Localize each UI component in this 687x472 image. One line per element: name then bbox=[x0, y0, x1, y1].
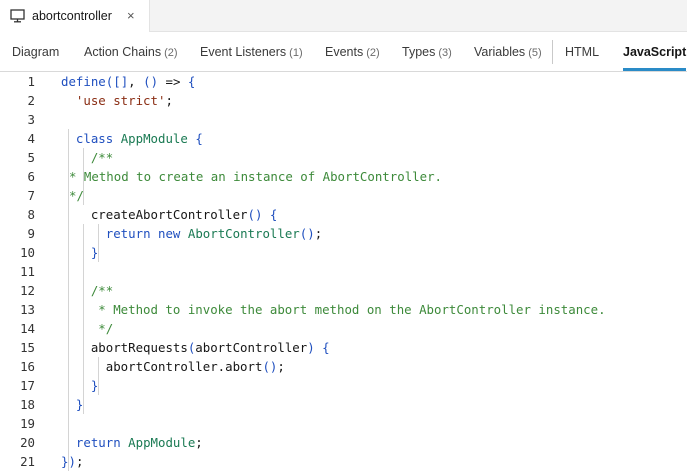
code-line: 7 */ bbox=[0, 186, 687, 205]
code-line: 21}); bbox=[0, 452, 687, 471]
code-text: * Method to invoke the abort method on t… bbox=[61, 302, 606, 317]
code-line: 10 } bbox=[0, 243, 687, 262]
code-line: 13 * Method to invoke the abort method o… bbox=[0, 300, 687, 319]
code-text: */ bbox=[69, 188, 84, 203]
code-line: 3 bbox=[0, 110, 687, 129]
code-line: 19 bbox=[0, 414, 687, 433]
tab-action-chains[interactable]: Action Chains (2) bbox=[84, 32, 178, 72]
monitor-icon bbox=[10, 9, 25, 23]
line-number: 15 bbox=[20, 340, 35, 355]
line-number: 13 bbox=[20, 302, 35, 317]
code-line: 14 */ bbox=[0, 319, 687, 338]
tab-count: (2) bbox=[366, 47, 380, 59]
code-text: abortRequests(abortController) { bbox=[90, 340, 330, 355]
line-number: 8 bbox=[27, 207, 35, 222]
code-text: return AppModule; bbox=[75, 435, 203, 450]
code-line: 20 return AppModule; bbox=[0, 433, 687, 452]
code-text: } bbox=[90, 378, 99, 393]
code-text: define([], () => { bbox=[61, 74, 196, 89]
line-number: 7 bbox=[27, 188, 35, 203]
tab-label: Variables bbox=[474, 45, 526, 59]
tab-count: (3) bbox=[438, 47, 452, 59]
code-line: 18 } bbox=[0, 395, 687, 414]
line-number: 14 bbox=[20, 321, 35, 336]
tab-html[interactable]: HTML bbox=[565, 32, 599, 72]
code-line: 1 define([], () => { bbox=[0, 72, 687, 91]
code-text: } bbox=[75, 397, 84, 412]
line-number: 12 bbox=[20, 283, 35, 298]
tab-types[interactable]: Types (3) bbox=[402, 32, 452, 72]
tab-label: JavaScript bbox=[623, 45, 687, 59]
line-number: 17 bbox=[20, 378, 35, 393]
code-text: createAbortController() { bbox=[90, 207, 278, 222]
code-line: 6 * Method to create an instance of Abort… bbox=[0, 167, 687, 186]
line-number: 16 bbox=[20, 359, 35, 374]
line-number: 4 bbox=[27, 131, 35, 146]
code-line: 5 /** bbox=[0, 148, 687, 167]
code-text: return new AbortController(); bbox=[105, 226, 323, 241]
designer-tabs: Diagram Action Chains (2) Event Listeners… bbox=[0, 32, 687, 72]
tab-divider bbox=[552, 40, 553, 64]
code-text: /** bbox=[61, 150, 114, 165]
code-text: * Method to create an instance of AbortC… bbox=[69, 169, 442, 184]
code-line: 2 'use strict'; bbox=[0, 91, 687, 110]
line-number: 3 bbox=[27, 112, 35, 127]
line-number: 5 bbox=[27, 150, 35, 165]
code-line: 17 } bbox=[0, 376, 687, 395]
line-number: 10 bbox=[20, 245, 35, 260]
tab-count: (2) bbox=[164, 47, 178, 59]
tab-variables[interactable]: Variables (5) bbox=[474, 32, 542, 72]
tab-label: Diagram bbox=[12, 45, 60, 59]
line-number: 2 bbox=[27, 93, 35, 108]
code-editor[interactable]: 1 define([], () => { 2 'use strict'; 3 4 cla… bbox=[0, 72, 687, 472]
tab-javascript[interactable]: JavaScript bbox=[623, 32, 687, 72]
code-text: 'use strict'; bbox=[75, 93, 173, 108]
line-number: 20 bbox=[20, 435, 35, 450]
code-line: 16 abortController.abort(); bbox=[0, 357, 687, 376]
line-number: 1 bbox=[27, 74, 35, 89]
line-number: 19 bbox=[20, 416, 35, 431]
tab-events[interactable]: Events (2) bbox=[325, 32, 380, 72]
close-icon[interactable]: × bbox=[127, 8, 135, 24]
code-text: } bbox=[90, 245, 99, 260]
line-number: 6 bbox=[27, 169, 35, 184]
code-line: 8 createAbortController() { bbox=[0, 205, 687, 224]
tab-diagram[interactable]: Diagram bbox=[12, 32, 59, 72]
file-tab-bar: abortcontroller × bbox=[0, 0, 687, 32]
tab-label: Event Listeners bbox=[200, 45, 287, 59]
code-text: }); bbox=[61, 454, 84, 469]
tab-count: (1) bbox=[289, 47, 303, 59]
line-number: 11 bbox=[20, 264, 35, 279]
tab-label: Events bbox=[325, 45, 364, 59]
code-text: */ bbox=[61, 321, 114, 336]
tab-count: (5) bbox=[528, 47, 542, 59]
file-tab[interactable]: abortcontroller × bbox=[0, 0, 150, 32]
line-number: 21 bbox=[20, 454, 35, 469]
code-line: 4 class AppModule { bbox=[0, 129, 687, 148]
line-number: 9 bbox=[27, 226, 35, 241]
code-text: class AppModule { bbox=[75, 131, 203, 146]
line-number: 18 bbox=[20, 397, 35, 412]
code-line: 9 return new AbortController(); bbox=[0, 224, 687, 243]
tab-label: Types bbox=[402, 45, 436, 59]
code-text: abortController.abort(); bbox=[105, 359, 285, 374]
code-line: 11 bbox=[0, 262, 687, 281]
tab-event-listeners[interactable]: Event Listeners (1) bbox=[200, 32, 303, 72]
code-line: 15 abortRequests(abortController) { bbox=[0, 338, 687, 357]
code-text: /** bbox=[61, 283, 114, 298]
tab-label: Action Chains bbox=[84, 45, 162, 59]
tab-label: HTML bbox=[565, 45, 600, 59]
file-tab-name: abortcontroller bbox=[32, 9, 112, 23]
code-line: 12 /** bbox=[0, 281, 687, 300]
